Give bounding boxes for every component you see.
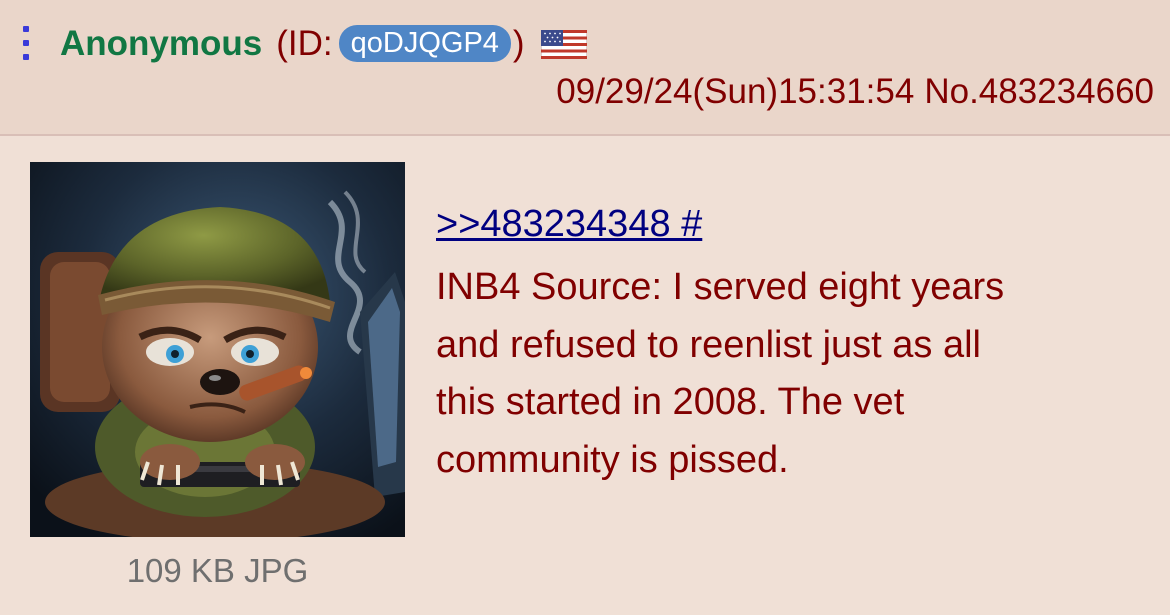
post-message: INB4 Source: I served eight years and re… <box>436 259 1136 489</box>
thumbnail-illustration <box>30 162 405 537</box>
us-flag-icon <box>540 29 587 59</box>
id-suffix: ) <box>512 24 525 63</box>
message-line: this started in 2008. The vet <box>436 381 905 423</box>
post-number-link[interactable]: No.483234660 <box>924 72 1154 111</box>
post: Anonymous (ID: qoDJQGP4) 09/29/24(Sun)15:… <box>0 0 1170 615</box>
message-line: community is pissed. <box>436 438 789 481</box>
id-prefix: (ID: <box>276 24 333 63</box>
post-date: 09/29/24(Sun)15:31:54 <box>556 72 915 111</box>
poster-name: Anonymous <box>60 24 263 63</box>
menu-dot <box>23 26 29 32</box>
file-info: 109 KB JPG <box>126 552 309 589</box>
post-date-line: 09/29/24(Sun)15:31:54 No.483234660 <box>556 72 1154 112</box>
poster-id: (ID: qoDJQGP4) <box>276 24 524 64</box>
message-line: and refused to reenlist just as all <box>436 323 981 366</box>
message-line: INB4 Source: I served eight years <box>436 266 1005 308</box>
menu-dot <box>23 40 29 46</box>
post-header: Anonymous (ID: qoDJQGP4) 09/29/24(Sun)15:… <box>0 0 1170 136</box>
menu-dot <box>23 54 29 60</box>
post-image-thumbnail[interactable] <box>30 162 405 537</box>
id-badge[interactable]: qoDJQGP4 <box>338 25 511 62</box>
poster-info: Anonymous (ID: qoDJQGP4) <box>60 22 587 66</box>
post-menu-icon[interactable] <box>22 26 30 60</box>
quote-link[interactable]: >>483234348 # <box>436 203 702 246</box>
